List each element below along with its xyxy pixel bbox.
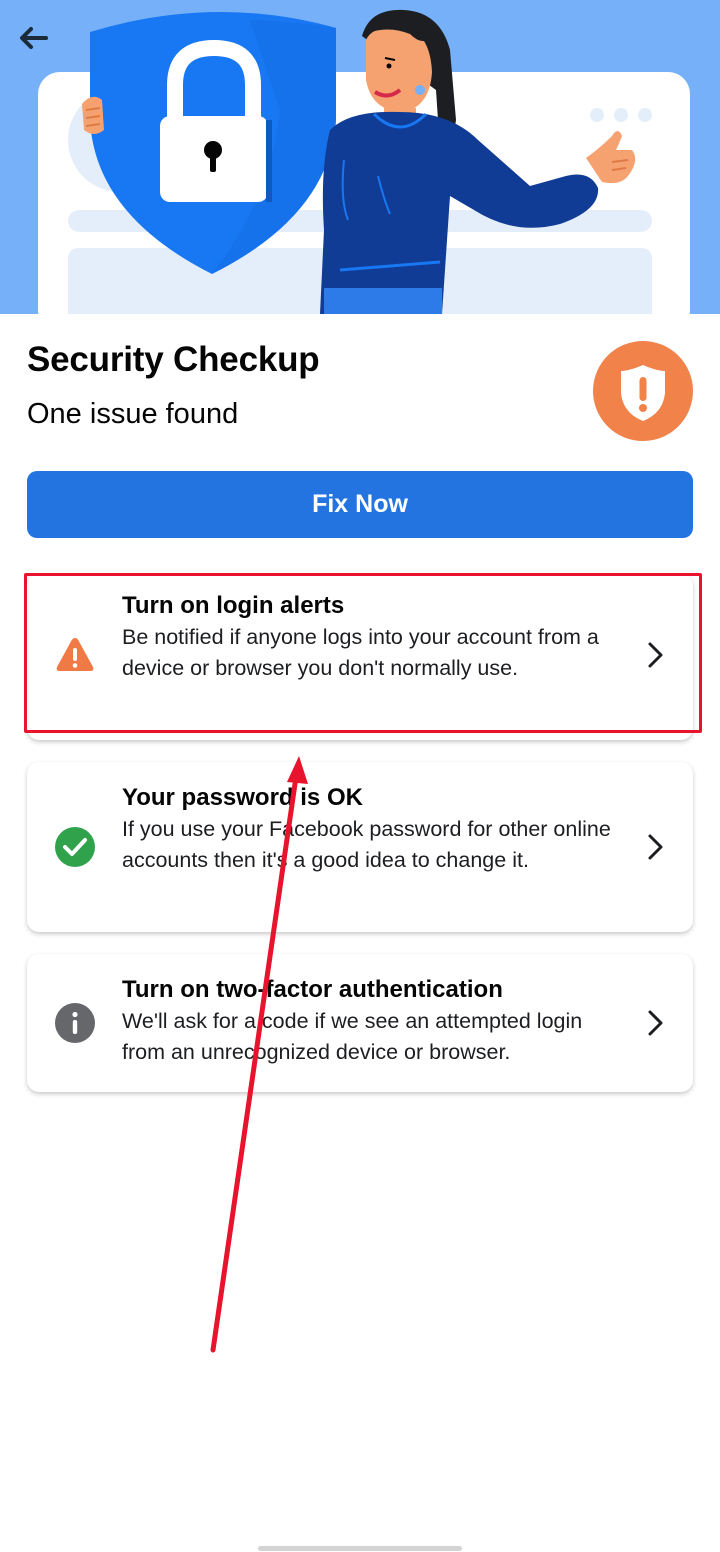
fix-now-button[interactable]: Fix Now [27,471,693,538]
check-description: Be notified if anyone logs into your acc… [122,625,599,680]
check-title: Your password is OK [122,784,363,811]
page-subtitle: One issue found [27,398,239,430]
chevron-right-icon [648,834,663,860]
security-illustration [0,0,720,314]
check-description: If you use your Facebook password for ot… [122,817,611,872]
check-item-password[interactable]: Your password is OK If you use your Face… [27,762,693,932]
chevron-right-icon [648,1010,663,1036]
shield-alert-icon [593,341,693,441]
check-item-two-factor[interactable]: Turn on two-factor authentication We'll … [27,954,693,1092]
home-indicator[interactable] [258,1546,462,1551]
hero-illustration [0,0,720,314]
check-item-login-alerts[interactable]: Turn on login alerts Be notified if anyo… [27,574,693,740]
check-title: Turn on two-factor authentication [122,976,503,1003]
warning-icon [56,638,94,671]
arrow-left-icon [20,27,48,49]
info-icon [55,1003,95,1043]
chevron-right-icon [648,642,663,668]
check-title: Turn on login alerts [122,592,345,619]
check-circle-icon [55,827,95,867]
check-description: We'll ask for a code if we see an attemp… [122,1009,583,1064]
back-button[interactable] [18,26,58,66]
page-title: Security Checkup [27,340,320,379]
